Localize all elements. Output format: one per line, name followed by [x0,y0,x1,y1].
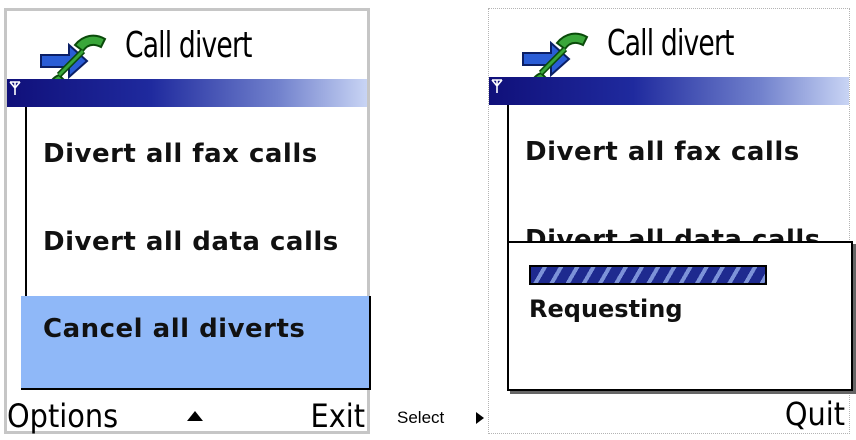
list-item-label: Cancel all diverts [43,314,306,344]
status-bar [489,77,849,105]
progress-bar [529,265,767,285]
progress-dialog: Requesting [507,241,853,391]
list-item-divert-data[interactable]: Divert all data calls [43,227,339,257]
signal-icon [491,79,503,93]
list-item-divert-fax[interactable]: Divert all fax calls [43,139,318,169]
dialog-message: Requesting [529,295,683,323]
list-scroll-line [507,105,509,241]
options-softkey[interactable]: Options [7,397,118,435]
exit-softkey[interactable]: Exit [311,397,366,435]
select-transition-label: Select [397,408,445,427]
list-item-cancel-diverts-selected[interactable]: Cancel all diverts [21,296,371,390]
right-arrow-icon [476,412,484,424]
progress-bar-fill [531,267,765,283]
page-title: Call divert [125,25,252,66]
quit-softkey[interactable]: Quit [785,395,845,433]
phone-screen-call-divert-menu: Call divert Divert all fax calls Divert … [4,8,371,435]
signal-icon [9,81,21,95]
list-item-divert-fax: Divert all fax calls [525,137,800,167]
up-arrow-icon[interactable] [187,411,203,421]
page-title: Call divert [607,23,734,64]
phone-screen-requesting: Call divert Divert all fax calls Divert … [488,8,853,434]
status-bar [7,79,367,107]
